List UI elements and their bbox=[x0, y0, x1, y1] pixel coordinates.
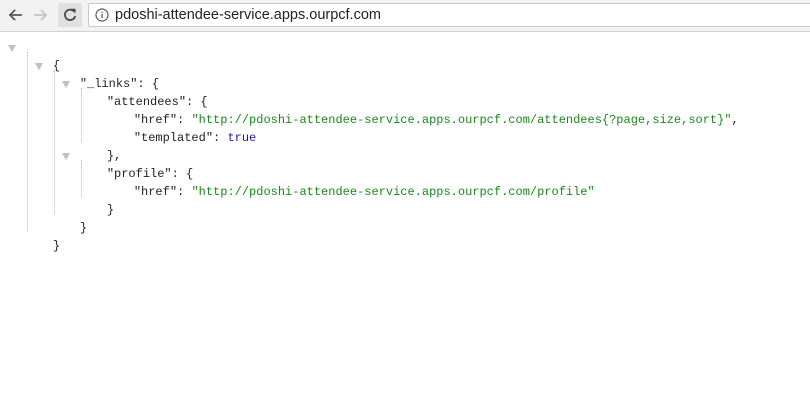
json-key-templated: "templated" bbox=[133, 131, 214, 145]
punctuation: , bbox=[731, 113, 739, 127]
url-text[interactable]: pdoshi-attendee-service.apps.ourpcf.com bbox=[115, 6, 381, 24]
json-string-attendees-href[interactable]: "http://pdoshi-attendee-service.apps.our… bbox=[191, 113, 731, 127]
punctuation: : bbox=[177, 185, 192, 199]
json-boolean-templated: true bbox=[227, 131, 257, 145]
arrow-right-icon bbox=[34, 9, 48, 21]
info-circle-icon[interactable] bbox=[95, 8, 109, 22]
json-key-href: "href" bbox=[133, 185, 178, 199]
json-viewer: { "_links": { "attendees": { "href": "ht… bbox=[0, 33, 810, 419]
collapse-profile-icon[interactable] bbox=[62, 153, 70, 160]
reload-icon bbox=[64, 8, 77, 21]
json-line-profile-href: "href": "http://pdoshi-attendee-service.… bbox=[105, 165, 595, 219]
json-line-root-close: } bbox=[24, 219, 60, 273]
brace: } bbox=[106, 203, 115, 217]
collapse-root-icon[interactable] bbox=[8, 45, 16, 52]
arrow-left-icon bbox=[8, 9, 22, 21]
forward-button[interactable] bbox=[31, 5, 51, 25]
address-bar[interactable]: pdoshi-attendee-service.apps.ourpcf.com bbox=[88, 3, 810, 27]
brace: } bbox=[79, 221, 88, 235]
reload-button[interactable] bbox=[58, 3, 82, 27]
brace: } bbox=[52, 239, 61, 253]
punctuation: : bbox=[213, 131, 228, 145]
back-button[interactable] bbox=[5, 5, 25, 25]
json-string-profile-href[interactable]: "http://pdoshi-attendee-service.apps.our… bbox=[191, 185, 594, 199]
browser-toolbar: pdoshi-attendee-service.apps.ourpcf.com bbox=[0, 0, 810, 32]
